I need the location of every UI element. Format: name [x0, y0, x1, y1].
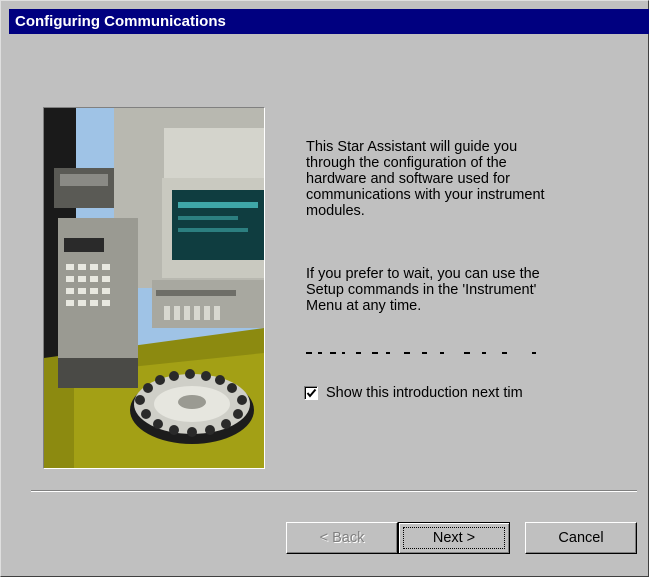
instrument-illustration — [43, 107, 265, 469]
show-intro-label: Show this introduction next tim — [326, 385, 523, 401]
wizard-dialog: Configuring Communications This Star Ass… — [0, 0, 649, 577]
next-button-label: Next > — [432, 530, 476, 546]
show-intro-checkbox[interactable] — [304, 386, 318, 400]
next-button[interactable]: Next > — [398, 522, 510, 554]
back-button[interactable]: < Back — [286, 522, 398, 554]
button-separator — [31, 490, 637, 492]
intro-paragraph-1: This Star Assistant will guide you throu… — [306, 139, 545, 219]
cancel-button[interactable]: Cancel — [525, 522, 637, 554]
title-bar[interactable]: Configuring Communications — [9, 9, 649, 34]
cancel-button-label: Cancel — [558, 530, 604, 546]
intro-paragraph-2: If you prefer to wait, you can use the S… — [306, 266, 540, 314]
checkmark-icon — [306, 388, 317, 398]
back-button-label: < Back — [319, 530, 365, 546]
window-title: Configuring Communications — [15, 13, 226, 30]
clipped-text-line — [306, 349, 546, 355]
